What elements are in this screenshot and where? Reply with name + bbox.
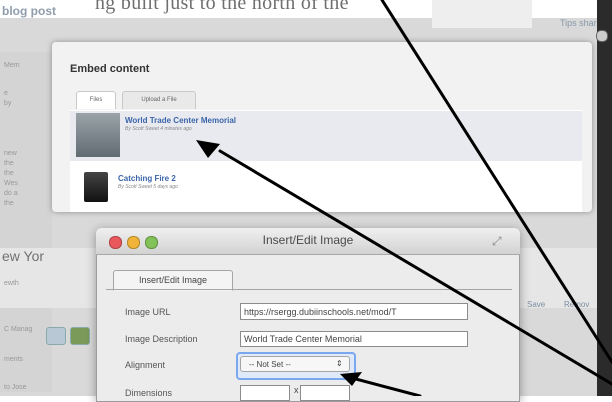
annotation-arrow-line xyxy=(350,376,422,396)
arrowhead-icon xyxy=(196,140,220,158)
annotation-arrow-line xyxy=(380,0,612,364)
annotation-arrows xyxy=(196,0,612,396)
